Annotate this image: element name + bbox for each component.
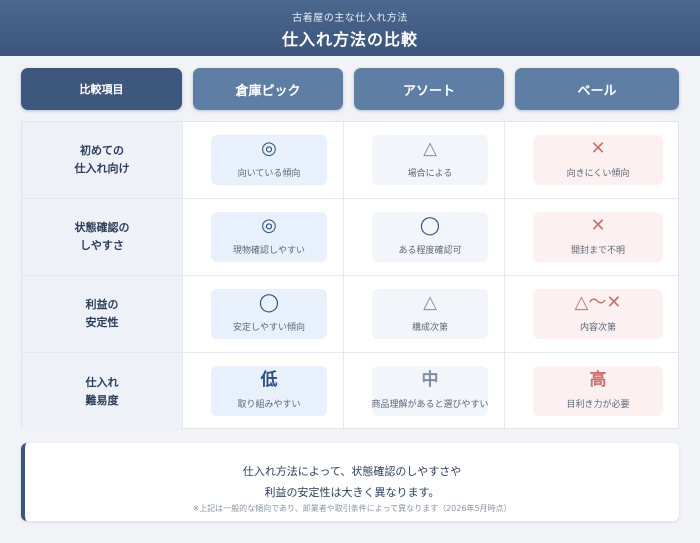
row-label: 利益の 安定性 <box>22 276 183 352</box>
rating-text: 内容次第 <box>579 323 616 333</box>
row-label: 仕入れ 難易度 <box>22 353 183 430</box>
rating-box: ✕ 向きにくい傾向 <box>533 135 663 185</box>
comparison-table: 初めての 仕入れ向け ◎ 向いている傾向 △ 場合による ✕ 向きにくい傾向 状… <box>21 121 679 430</box>
table-cell: 低 取り組みやすい <box>183 353 344 430</box>
rating-box: ◎ 現物確認しやすい <box>211 212 327 262</box>
summary-line: 仕入れ方法によって、状態確認のしやすさや <box>242 465 462 478</box>
table-cell: ◯ ある程度確認可 <box>344 199 505 275</box>
rating-mark: ◯ <box>258 292 280 313</box>
rating-box: △〜✕ 内容次第 <box>533 289 663 339</box>
rating-mark: 中 <box>421 370 439 390</box>
rating-mark: △ <box>423 292 437 313</box>
rating-text: 取り組みやすい <box>237 400 301 410</box>
row-label-line: しやすさ <box>80 239 124 252</box>
rating-mark: ◯ <box>419 215 441 236</box>
table-row: 仕入れ 難易度 低 取り組みやすい 中 商品理解があると選びやすい 高 目利き力… <box>22 353 678 430</box>
rating-text: ある程度確認可 <box>398 246 462 256</box>
column-header-warehouse-pick: 倉庫ピック <box>193 68 343 110</box>
rating-mark: △ <box>423 138 437 159</box>
row-label: 初めての 仕入れ向け <box>22 122 183 198</box>
rating-mark: △〜✕ <box>574 292 622 313</box>
rating-text: 場合による <box>407 169 453 179</box>
rating-box: ✕ 開封まで不明 <box>533 212 663 262</box>
rating-box: 低 取り組みやすい <box>211 366 327 416</box>
table-row: 初めての 仕入れ向け ◎ 向いている傾向 △ 場合による ✕ 向きにくい傾向 <box>22 122 678 199</box>
table-cell: △ 場合による <box>344 122 505 198</box>
rating-text: 現物確認しやすい <box>233 246 305 256</box>
table-cell: 高 目利き力が必要 <box>505 353 678 430</box>
row-label: 状態確認の しやすさ <box>22 199 183 275</box>
rating-text: 構成次第 <box>411 323 448 333</box>
rating-text: 商品理解があると選びやすい <box>371 400 489 410</box>
table-row: 利益の 安定性 ◯ 安定しやすい傾向 △ 構成次第 △〜✕ 内容次第 <box>22 276 678 353</box>
rating-box: △ 場合による <box>372 135 488 185</box>
rating-mark: 低 <box>260 370 278 390</box>
rating-mark: ◎ <box>261 215 277 236</box>
table-cell: ◎ 現物確認しやすい <box>183 199 344 275</box>
rating-box: 中 商品理解があると選びやすい <box>371 366 489 416</box>
summary-line: 利益の安定性は大きく異なります。 <box>264 486 440 499</box>
footnote: ※上記は一般的な傾向であり、卸業者や取引条件によって異なります（2026年5月時… <box>192 504 512 513</box>
column-header-assort: アソート <box>354 68 504 110</box>
row-label-line: 仕入れ <box>85 375 119 389</box>
rating-text: 向いている傾向 <box>237 169 301 179</box>
rating-mark: ✕ <box>590 138 606 159</box>
rating-text: 向きにくい傾向 <box>566 169 630 179</box>
rating-mark: ◎ <box>261 138 277 159</box>
rating-mark: 高 <box>589 370 607 390</box>
rating-mark: ✕ <box>590 215 606 236</box>
rating-box: 高 目利き力が必要 <box>533 366 663 416</box>
row-label-line: 状態確認の <box>74 221 130 234</box>
rating-text: 開封まで不明 <box>570 246 625 256</box>
table-cell: ◎ 向いている傾向 <box>183 122 344 198</box>
table-cell: 中 商品理解があると選びやすい <box>344 353 505 430</box>
page-header: 古着屋の主な仕入れ方法 仕入れ方法の比較 <box>0 0 700 56</box>
rating-text: 安定しやすい傾向 <box>233 323 305 333</box>
row-label-line: 初めての <box>80 144 124 157</box>
table-cell: △〜✕ 内容次第 <box>505 276 678 352</box>
row-label-line: 安定性 <box>85 316 119 329</box>
row-label-line: 難易度 <box>85 393 119 407</box>
page-subtitle: 古着屋の主な仕入れ方法 <box>292 13 408 24</box>
rating-box: ◎ 向いている傾向 <box>211 135 327 185</box>
column-header-bale: ベール <box>515 68 679 110</box>
rating-box: △ 構成次第 <box>372 289 488 339</box>
page-title: 仕入れ方法の比較 <box>281 30 418 49</box>
table-cell: ✕ 向きにくい傾向 <box>505 122 678 198</box>
row-label-line: 利益の <box>85 298 119 311</box>
rating-text: 目利き力が必要 <box>566 400 630 410</box>
column-header-criteria: 比較項目 <box>21 68 182 110</box>
rating-box: ◯ 安定しやすい傾向 <box>211 289 327 339</box>
row-label-line: 仕入れ向け <box>74 162 130 175</box>
table-cell: ✕ 開封まで不明 <box>505 199 678 275</box>
table-cell: △ 構成次第 <box>344 276 505 352</box>
table-row: 状態確認の しやすさ ◎ 現物確認しやすい ◯ ある程度確認可 ✕ 開封まで不明 <box>22 199 678 276</box>
summary-note: 仕入れ方法によって、状態確認のしやすさや 利益の安定性は大きく異なります。 ※上… <box>21 443 679 521</box>
rating-box: ◯ ある程度確認可 <box>372 212 488 262</box>
table-cell: ◯ 安定しやすい傾向 <box>183 276 344 352</box>
